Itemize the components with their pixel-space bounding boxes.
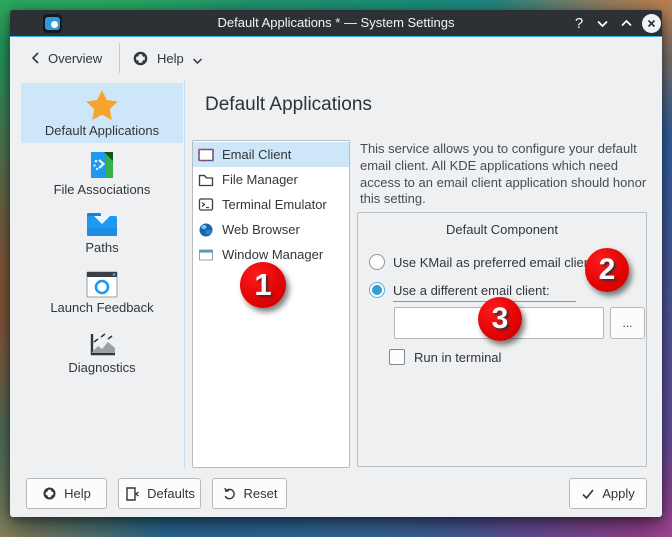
service-row-terminal-emulator[interactable]: Terminal Emulator xyxy=(193,192,349,217)
titlebar-help-button[interactable]: ? xyxy=(566,10,592,37)
toolbar-separator xyxy=(119,43,120,73)
sidebar-item-label: File Associations xyxy=(54,182,151,197)
email-icon xyxy=(198,148,214,162)
annotation-badge-1: 1 xyxy=(240,262,286,308)
checkbox-unchecked-icon xyxy=(389,349,405,365)
run-in-terminal-checkbox[interactable]: Run in terminal xyxy=(389,349,501,365)
service-row-web-browser[interactable]: Web Browser xyxy=(193,217,349,242)
page-title: Default Applications xyxy=(205,94,372,116)
help-menu-button[interactable]: Help xyxy=(132,37,203,79)
checkmark-icon xyxy=(581,488,595,500)
maximize-button[interactable] xyxy=(614,10,638,37)
diagnostics-icon xyxy=(87,332,117,358)
chevron-left-icon xyxy=(30,51,40,65)
sidebar-item-default-applications[interactable]: Default Applications xyxy=(21,83,183,143)
sidebar-item-label: Diagnostics xyxy=(68,360,135,375)
sidebar-item-launch-feedback[interactable]: Launch Feedback xyxy=(21,263,183,323)
service-row-label: Web Browser xyxy=(222,222,300,237)
sidebar-item-label: Default Applications xyxy=(45,123,159,138)
radio-label: Use KMail as preferred email client xyxy=(393,254,595,270)
reset-button-label: Reset xyxy=(244,486,278,501)
annotation-badge-2: 2 xyxy=(585,248,629,292)
annotation-badge-3: 3 xyxy=(478,297,522,341)
toolbar: Overview Help xyxy=(10,37,662,79)
service-row-label: Email Client xyxy=(222,147,291,162)
radio-unchecked-icon xyxy=(369,254,385,270)
browse-button[interactable]: ... xyxy=(610,307,645,339)
radio-checked-icon xyxy=(369,282,385,298)
folder-icon xyxy=(86,211,118,238)
file-associations-icon xyxy=(87,150,117,180)
service-row-label: Terminal Emulator xyxy=(222,197,327,212)
help-label: Help xyxy=(157,51,184,66)
close-button[interactable] xyxy=(638,10,664,37)
minimize-button[interactable] xyxy=(590,10,614,37)
apply-button-label: Apply xyxy=(602,486,635,501)
desktop-wallpaper: Default Applications * — System Settings… xyxy=(0,0,672,537)
service-row-label: Window Manager xyxy=(222,247,323,262)
service-row-email-client[interactable]: Email Client xyxy=(193,142,349,167)
service-row-file-manager[interactable]: File Manager xyxy=(193,167,349,192)
radio-label: Use a different email client: xyxy=(393,282,576,302)
window-title: Default Applications * — System Settings xyxy=(10,10,662,37)
help-icon xyxy=(132,50,149,67)
window-icon xyxy=(198,248,214,262)
system-settings-window: Default Applications * — System Settings… xyxy=(10,10,662,517)
reset-button[interactable]: Reset xyxy=(212,478,287,509)
sidebar-item-label: Paths xyxy=(85,240,118,255)
service-row-label: File Manager xyxy=(222,172,298,187)
checkbox-label: Run in terminal xyxy=(414,350,501,365)
sidebar-item-paths[interactable]: Paths xyxy=(21,203,183,263)
help-button[interactable]: Help xyxy=(26,478,107,509)
defaults-button-label: Defaults xyxy=(147,486,195,501)
launch-feedback-icon xyxy=(86,271,118,298)
folder-icon xyxy=(198,172,214,187)
close-icon xyxy=(642,14,661,33)
chevron-down-icon xyxy=(596,19,609,28)
globe-icon xyxy=(198,222,214,238)
radio-use-kmail[interactable]: Use KMail as preferred email client xyxy=(369,254,595,270)
terminal-icon xyxy=(198,197,214,212)
overview-back-button[interactable]: Overview xyxy=(30,37,102,79)
chevron-down-icon xyxy=(192,57,203,65)
sidebar-item-label: Launch Feedback xyxy=(50,300,153,315)
sidebar-item-file-associations[interactable]: File Associations xyxy=(21,143,183,203)
radio-use-different-client[interactable]: Use a different email client: xyxy=(369,282,576,302)
overview-label: Overview xyxy=(48,51,102,66)
sidebar-item-diagnostics[interactable]: Diagnostics xyxy=(21,323,183,383)
apply-button[interactable]: Apply xyxy=(569,478,647,509)
service-description: This service allows you to configure you… xyxy=(360,141,656,208)
group-title: Default Component xyxy=(358,222,646,237)
undo-icon xyxy=(222,486,237,501)
help-icon xyxy=(42,486,57,501)
defaults-button[interactable]: Defaults xyxy=(118,478,201,509)
document-revert-icon xyxy=(124,486,140,502)
sidebar-separator xyxy=(184,79,185,468)
titlebar[interactable]: Default Applications * — System Settings… xyxy=(10,10,662,37)
star-icon xyxy=(85,89,119,121)
help-button-label: Help xyxy=(64,486,91,501)
chevron-up-icon xyxy=(620,19,633,28)
